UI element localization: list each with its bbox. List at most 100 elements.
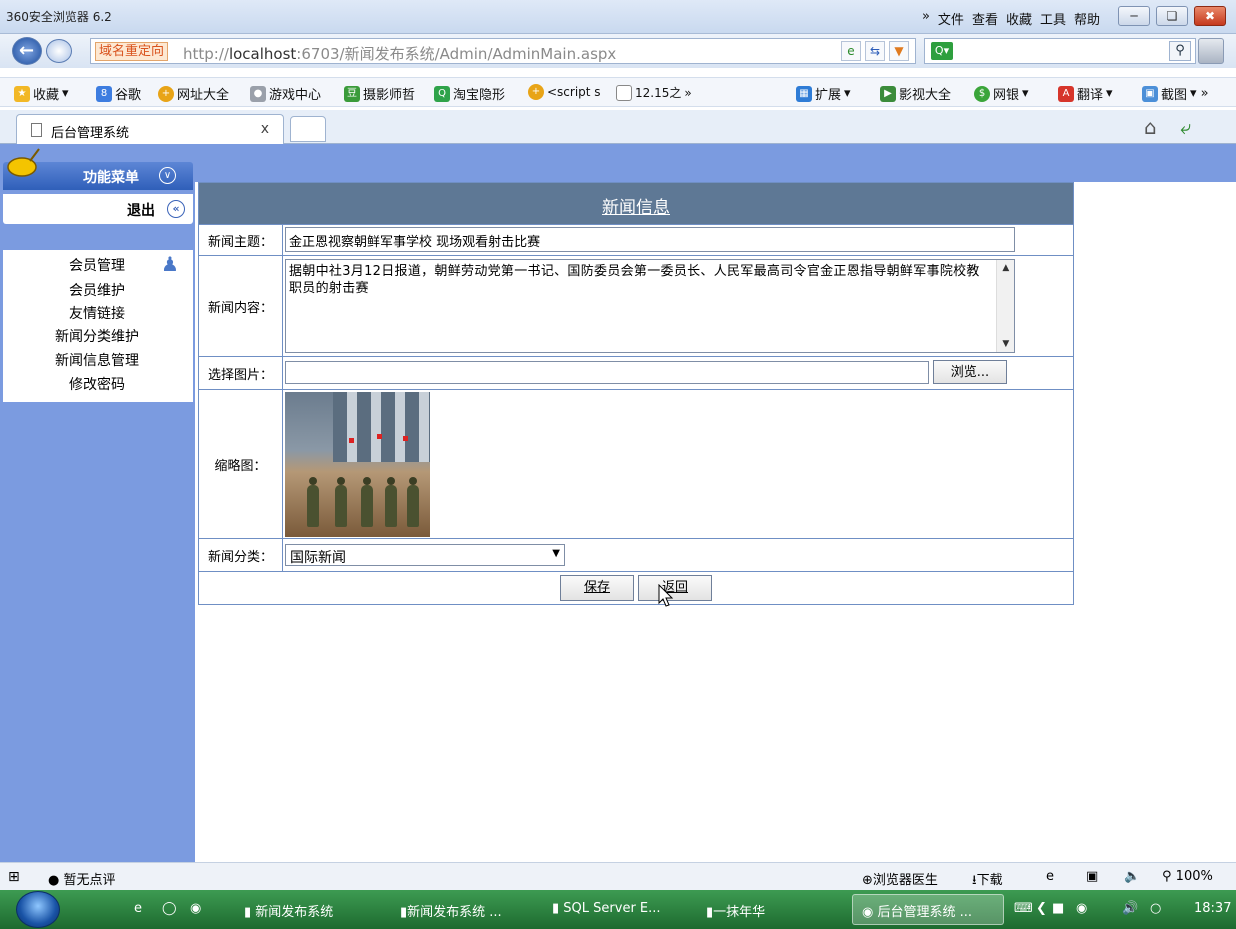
search-icon[interactable]: ⚲ [1169, 41, 1191, 61]
sidebar-toggle-icon[interactable]: ⊞ [8, 869, 20, 885]
sidebar-item-news-manage[interactable]: 新闻信息管理 [55, 350, 139, 370]
close-button[interactable]: ✖ [1194, 6, 1226, 26]
save-button[interactable]: 保存 [560, 575, 634, 601]
douban-icon: 豆 [344, 85, 360, 102]
fav-taobao[interactable]: Q 淘宝隐形 [434, 84, 505, 103]
content-textarea[interactable]: 据朝中社3月12日报道，朝鲜劳动党第一书记、国防委员会第一委员长、人民军最高司令… [285, 259, 1015, 353]
menu-favorites[interactable]: 收藏 [1006, 9, 1032, 28]
user-avatar[interactable] [1198, 38, 1224, 64]
image-file-input[interactable] [285, 361, 929, 384]
tab-admin[interactable]: 后台管理系统 x [16, 114, 284, 144]
content-scrollbar[interactable]: ▲ ▼ [996, 260, 1014, 352]
menu-help[interactable]: 帮助 [1074, 9, 1100, 28]
search-box[interactable]: Q▾ ⚲ [924, 38, 1196, 64]
address-icons: e ⇆ ▼ [841, 41, 909, 61]
row-category: 新闻分类： 国际新闻 ▼ [199, 538, 1073, 571]
sidebar-item-links[interactable]: 友情链接 [69, 303, 125, 323]
taskbar-item-sql[interactable]: ▮ SQL Server E... [552, 901, 661, 916]
home-icon[interactable]: ⌂ [1144, 115, 1157, 139]
address-bar[interactable]: 域名重定向 http://localhost:6703/新闻发布系统/Admin… [90, 38, 916, 64]
forward-button[interactable] [46, 39, 72, 63]
rating-status[interactable]: ● 暂无点评 [48, 869, 116, 888]
dropdown-icon[interactable]: ▼ [889, 41, 909, 61]
menu-more[interactable]: » [922, 9, 930, 28]
minimize-button[interactable]: ─ [1118, 6, 1150, 26]
scroll-down-icon[interactable]: ▼ [997, 336, 1015, 352]
fav-collect[interactable]: ★ 收藏 ▾ [14, 84, 69, 103]
plus-icon: + [528, 84, 544, 100]
collapse-icon[interactable]: ∨ [159, 167, 176, 184]
status-bar: ⊞ ● 暂无点评 ⊕浏览器医生 ⭳下载 e ▣ 🔈 ⚲ 100% [0, 862, 1236, 890]
taskbar-item-music[interactable]: ▮一抹年华 [706, 901, 765, 920]
taskbar-item-folder[interactable]: ▮ 新闻发布系统 [244, 901, 333, 920]
ie-icon[interactable]: e [1046, 869, 1054, 884]
search-engine-icon[interactable]: Q▾ [931, 42, 953, 60]
menu-file[interactable]: 文件 [938, 9, 964, 28]
fav-1215[interactable]: 12.15之 » [616, 84, 692, 101]
tray-volume-icon[interactable]: 🔊 [1122, 901, 1138, 916]
fav-photo[interactable]: 豆摄影师哲 [344, 84, 415, 103]
menu-view[interactable]: 查看 [972, 9, 998, 28]
fav-screenshot[interactable]: ▣ 截图 ▾ » [1142, 84, 1209, 103]
new-tab-button[interactable] [290, 116, 326, 142]
fav-sites[interactable]: + 网址大全 [158, 84, 229, 103]
close-tab-icon[interactable]: x [261, 121, 269, 137]
quicklaunch-ie-icon[interactable]: e [134, 901, 142, 916]
volume-icon[interactable]: 🔈 [1124, 869, 1140, 884]
undo-icon[interactable]: ⤶ [1180, 115, 1191, 139]
taskbar-label: 新闻发布系统 ... [407, 905, 502, 920]
ie-mode-icon[interactable]: e [841, 41, 861, 61]
quicklaunch-360-icon[interactable]: ◯ [162, 901, 177, 916]
fav-bank[interactable]: $ 网银 ▾ [974, 84, 1029, 103]
taskbar-item-vs[interactable]: ▮新闻发布系统 ... [400, 901, 502, 920]
sidebar-item-news-category[interactable]: 新闻分类维护 [55, 326, 139, 346]
back-button[interactable] [12, 37, 42, 65]
scroll-up-icon[interactable]: ▲ [997, 260, 1015, 276]
maximize-button[interactable]: ❏ [1156, 6, 1188, 26]
fav-extensions[interactable]: ▦ 扩展 ▾ [796, 84, 851, 103]
folder-icon: ▮ [244, 905, 252, 920]
window-icon[interactable]: ▣ [1086, 869, 1098, 884]
url-path: :6703/新闻发布系统/Admin/AdminMain.aspx [296, 45, 617, 63]
menu-group-member[interactable]: 会员管理 [69, 255, 125, 275]
double-chevron-left-icon: « [167, 200, 185, 218]
subject-label: 新闻主题： [199, 225, 283, 255]
broom-icon [7, 148, 40, 177]
fav-translate[interactable]: A 翻译 ▾ [1058, 84, 1113, 103]
quicklaunch-app-icon[interactable]: ◉ [190, 901, 201, 916]
clock[interactable]: 18:37 [1194, 901, 1231, 916]
sidebar-item-change-password[interactable]: 修改密码 [69, 374, 125, 394]
fav-games[interactable]: ● 游戏中心 [250, 84, 321, 103]
tray-expand-icon[interactable]: ❮ [1036, 901, 1047, 916]
browse-button[interactable]: 浏览... [933, 360, 1007, 384]
url-text[interactable]: http://localhost:6703/新闻发布系统/Admin/Admin… [183, 43, 616, 64]
gamepad-icon: ● [250, 85, 266, 102]
tray-shield-icon[interactable]: ○ [1150, 901, 1161, 916]
menu-tools[interactable]: 工具 [1040, 9, 1066, 28]
subject-input[interactable]: 金正恩视察朝鲜军事学校 现场观看射击比赛 [285, 227, 1015, 252]
page-icon [31, 123, 42, 137]
start-button[interactable] [16, 891, 60, 928]
fav-script[interactable]: + <script s [528, 84, 601, 100]
browser-doctor[interactable]: ⊕浏览器医生 [862, 869, 938, 888]
tray-keyboard-icon[interactable]: ⌨ [1014, 901, 1033, 916]
switch-mode-icon[interactable]: ⇆ [865, 41, 885, 61]
chevron-down-icon[interactable]: ▼ [552, 548, 560, 559]
sidebar-item-member-maintain[interactable]: 会员维护 [69, 280, 125, 300]
redirect-badge[interactable]: 域名重定向 [95, 42, 169, 61]
taskbar-label: 新闻发布系统 [255, 905, 334, 920]
logout-button[interactable]: 退出 « [3, 194, 193, 224]
tray-network-icon[interactable]: ◉ [1076, 901, 1087, 916]
zoom-control[interactable]: ⚲ 100% [1162, 869, 1213, 884]
form-title[interactable]: 新闻信息 [602, 193, 670, 218]
fav-google[interactable]: 8 谷歌 [96, 84, 141, 103]
taskbar-item-browser[interactable]: ◉ 后台管理系统 ... [862, 901, 972, 920]
tray-app-icon[interactable]: ■ [1052, 901, 1064, 916]
fav-video[interactable]: ▶ 影视大全 [880, 84, 951, 103]
fav-label: 12.15之 [635, 86, 682, 100]
fav-label: 摄影师哲 [363, 88, 416, 103]
category-select[interactable]: 国际新闻 ▼ [285, 544, 565, 566]
back-form-button[interactable]: 返回 [638, 575, 712, 601]
fav-label: 淘宝隐形 [453, 88, 506, 103]
taskbar-label: SQL Server E... [563, 901, 661, 916]
